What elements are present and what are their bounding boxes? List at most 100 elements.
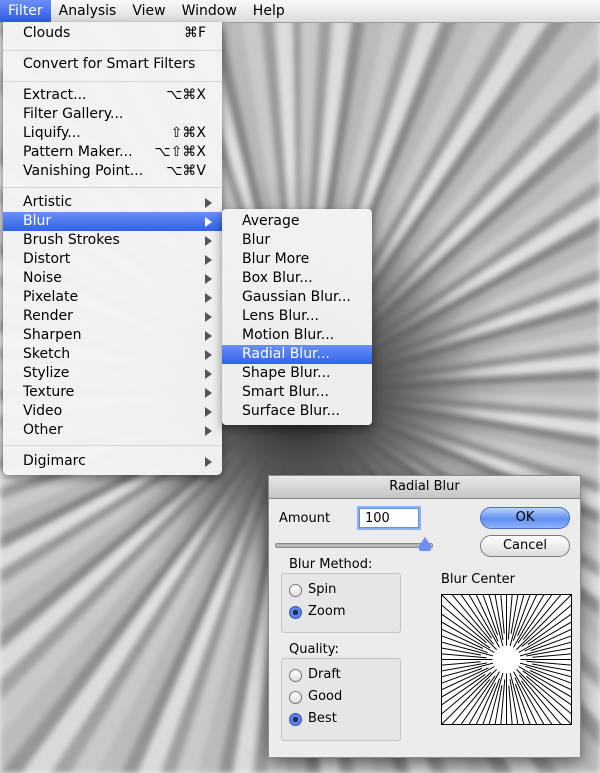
menu-item-shortcut: ⌥⇧⌘X xyxy=(154,144,206,160)
menu-item-label: Artistic xyxy=(23,194,73,210)
menu-item-brush-strokes[interactable]: Brush Strokes xyxy=(3,231,222,250)
submenu-arrow-icon xyxy=(205,274,212,284)
blur-center-preview[interactable] xyxy=(414,567,599,752)
radio-zoom[interactable] xyxy=(289,606,302,619)
filter-menu: Clouds ⌘F Convert for Smart Filters Extr… xyxy=(3,22,222,475)
menu-item-stylize[interactable]: Stylize xyxy=(3,364,222,383)
menu-separator xyxy=(3,81,222,82)
submenu-item-shape-blur[interactable]: Shape Blur... xyxy=(222,364,372,383)
menu-item-filter-gallery[interactable]: Filter Gallery... xyxy=(3,105,222,124)
submenu-item-smart-blur[interactable]: Smart Blur... xyxy=(222,383,372,402)
menu-item-label: Distort xyxy=(23,251,71,267)
blur-ray xyxy=(441,669,497,725)
menu-item-convert-smart-filters[interactable]: Convert for Smart Filters xyxy=(3,55,222,74)
menu-item-clouds[interactable]: Clouds ⌘F xyxy=(3,24,222,43)
dialog-title[interactable]: Radial Blur xyxy=(269,476,580,499)
submenu-item-surface-blur[interactable]: Surface Blur... xyxy=(222,402,372,421)
blur-ray xyxy=(453,675,496,736)
menu-bar: Filter Analysis View Window Help xyxy=(0,0,600,23)
menu-item-sketch[interactable]: Sketch xyxy=(3,345,222,364)
amount-input[interactable]: 100 xyxy=(359,508,419,528)
menu-item-noise[interactable]: Noise xyxy=(3,269,222,288)
menu-item-label: Filter Gallery... xyxy=(23,106,124,122)
menu-item-pixelate[interactable]: Pixelate xyxy=(3,288,222,307)
menu-item-other[interactable]: Other xyxy=(3,421,222,440)
menu-item-label: Digimarc xyxy=(23,453,86,469)
menu-item-blur[interactable]: Blur xyxy=(3,212,222,231)
radio-good[interactable] xyxy=(289,691,302,704)
menu-item-extract[interactable]: Extract... ⌥⌘X xyxy=(3,86,222,105)
menu-window[interactable]: Window xyxy=(174,0,245,22)
blur-ray xyxy=(441,594,497,650)
submenu-arrow-icon xyxy=(205,331,212,341)
submenu-arrow-icon xyxy=(205,217,212,227)
submenu-item-motion-blur[interactable]: Motion Blur... xyxy=(222,326,372,345)
amount-slider-thumb-base[interactable] xyxy=(419,546,431,551)
blur-center-rays xyxy=(414,567,599,752)
amount-slider-track[interactable] xyxy=(275,543,433,548)
blur-ray xyxy=(521,599,578,648)
submenu-item-gaussian-blur[interactable]: Gaussian Blur... xyxy=(222,288,372,307)
blur-ray xyxy=(518,674,567,731)
menu-item-shortcut: ⇧⌘X xyxy=(170,125,206,141)
menu-separator xyxy=(3,187,222,188)
submenu-arrow-icon xyxy=(205,407,212,417)
blur-ray xyxy=(522,670,583,713)
menu-item-video[interactable]: Video xyxy=(3,402,222,421)
radio-best[interactable] xyxy=(289,713,302,726)
menu-item-label: Convert for Smart Filters xyxy=(23,56,196,72)
menu-item-label: Noise xyxy=(23,270,62,286)
radio-spin[interactable] xyxy=(289,584,302,597)
menu-item-label: Sharpen xyxy=(23,327,82,343)
menu-item-liquify[interactable]: Liquify... ⇧⌘X xyxy=(3,124,222,143)
cancel-button[interactable]: Cancel xyxy=(480,535,570,557)
menu-item-label: Video xyxy=(23,403,63,419)
menu-item-label: Sketch xyxy=(23,346,71,362)
menu-separator xyxy=(3,445,222,446)
submenu-arrow-icon xyxy=(205,198,212,208)
submenu-item-average[interactable]: Average xyxy=(222,212,372,231)
menu-item-label: Other xyxy=(23,422,63,438)
menu-item-sharpen[interactable]: Sharpen xyxy=(3,326,222,345)
radio-draft[interactable] xyxy=(289,669,302,682)
submenu-item-lens-blur[interactable]: Lens Blur... xyxy=(222,307,372,326)
menu-item-shortcut: ⌥⌘X xyxy=(166,87,206,103)
blur-center-label: Blur Center xyxy=(441,572,516,587)
blur-method-group: Spin Zoom xyxy=(281,573,401,633)
menu-item-distort[interactable]: Distort xyxy=(3,250,222,269)
menu-analysis[interactable]: Analysis xyxy=(51,0,125,22)
menu-item-label: Brush Strokes xyxy=(23,232,120,248)
radio-good-label: Good xyxy=(308,689,343,704)
blur-ray xyxy=(516,594,572,650)
menu-item-label: Vanishing Point... xyxy=(23,163,144,179)
blur-ray xyxy=(446,588,495,645)
submenu-arrow-icon xyxy=(205,312,212,322)
menu-item-vanishing-point[interactable]: Vanishing Point... ⌥⌘V xyxy=(3,162,222,181)
ok-button[interactable]: OK xyxy=(480,507,570,529)
menu-item-pattern-maker[interactable]: Pattern Maker... ⌥⇧⌘X xyxy=(3,143,222,162)
submenu-arrow-icon xyxy=(205,293,212,303)
menu-item-label: Extract... xyxy=(23,87,87,103)
quality-label: Quality: xyxy=(289,642,339,657)
menu-item-label: Pattern Maker... xyxy=(23,144,133,160)
submenu-arrow-icon xyxy=(205,457,212,467)
blur-ray xyxy=(517,583,560,644)
submenu-item-blur[interactable]: Blur xyxy=(222,231,372,250)
menu-item-artistic[interactable]: Artistic xyxy=(3,193,222,212)
menu-item-texture[interactable]: Texture xyxy=(3,383,222,402)
amount-slider-thumb[interactable] xyxy=(419,537,431,546)
submenu-item-blur-more[interactable]: Blur More xyxy=(222,250,372,269)
menu-help[interactable]: Help xyxy=(245,0,293,22)
submenu-item-radial-blur[interactable]: Radial Blur... xyxy=(222,345,372,364)
submenu-item-box-blur[interactable]: Box Blur... xyxy=(222,269,372,288)
menu-view[interactable]: View xyxy=(124,0,173,22)
menu-item-digimarc[interactable]: Digimarc xyxy=(3,452,222,471)
menu-item-label: Render xyxy=(23,308,73,324)
menu-item-render[interactable]: Render xyxy=(3,307,222,326)
menu-item-label: Pixelate xyxy=(23,289,79,305)
menu-item-label: Clouds xyxy=(23,25,71,41)
blur-submenu: Average Blur Blur More Box Blur... Gauss… xyxy=(222,209,372,425)
menu-filter[interactable]: Filter xyxy=(0,0,51,22)
blur-ray xyxy=(435,671,492,720)
submenu-arrow-icon xyxy=(205,255,212,265)
